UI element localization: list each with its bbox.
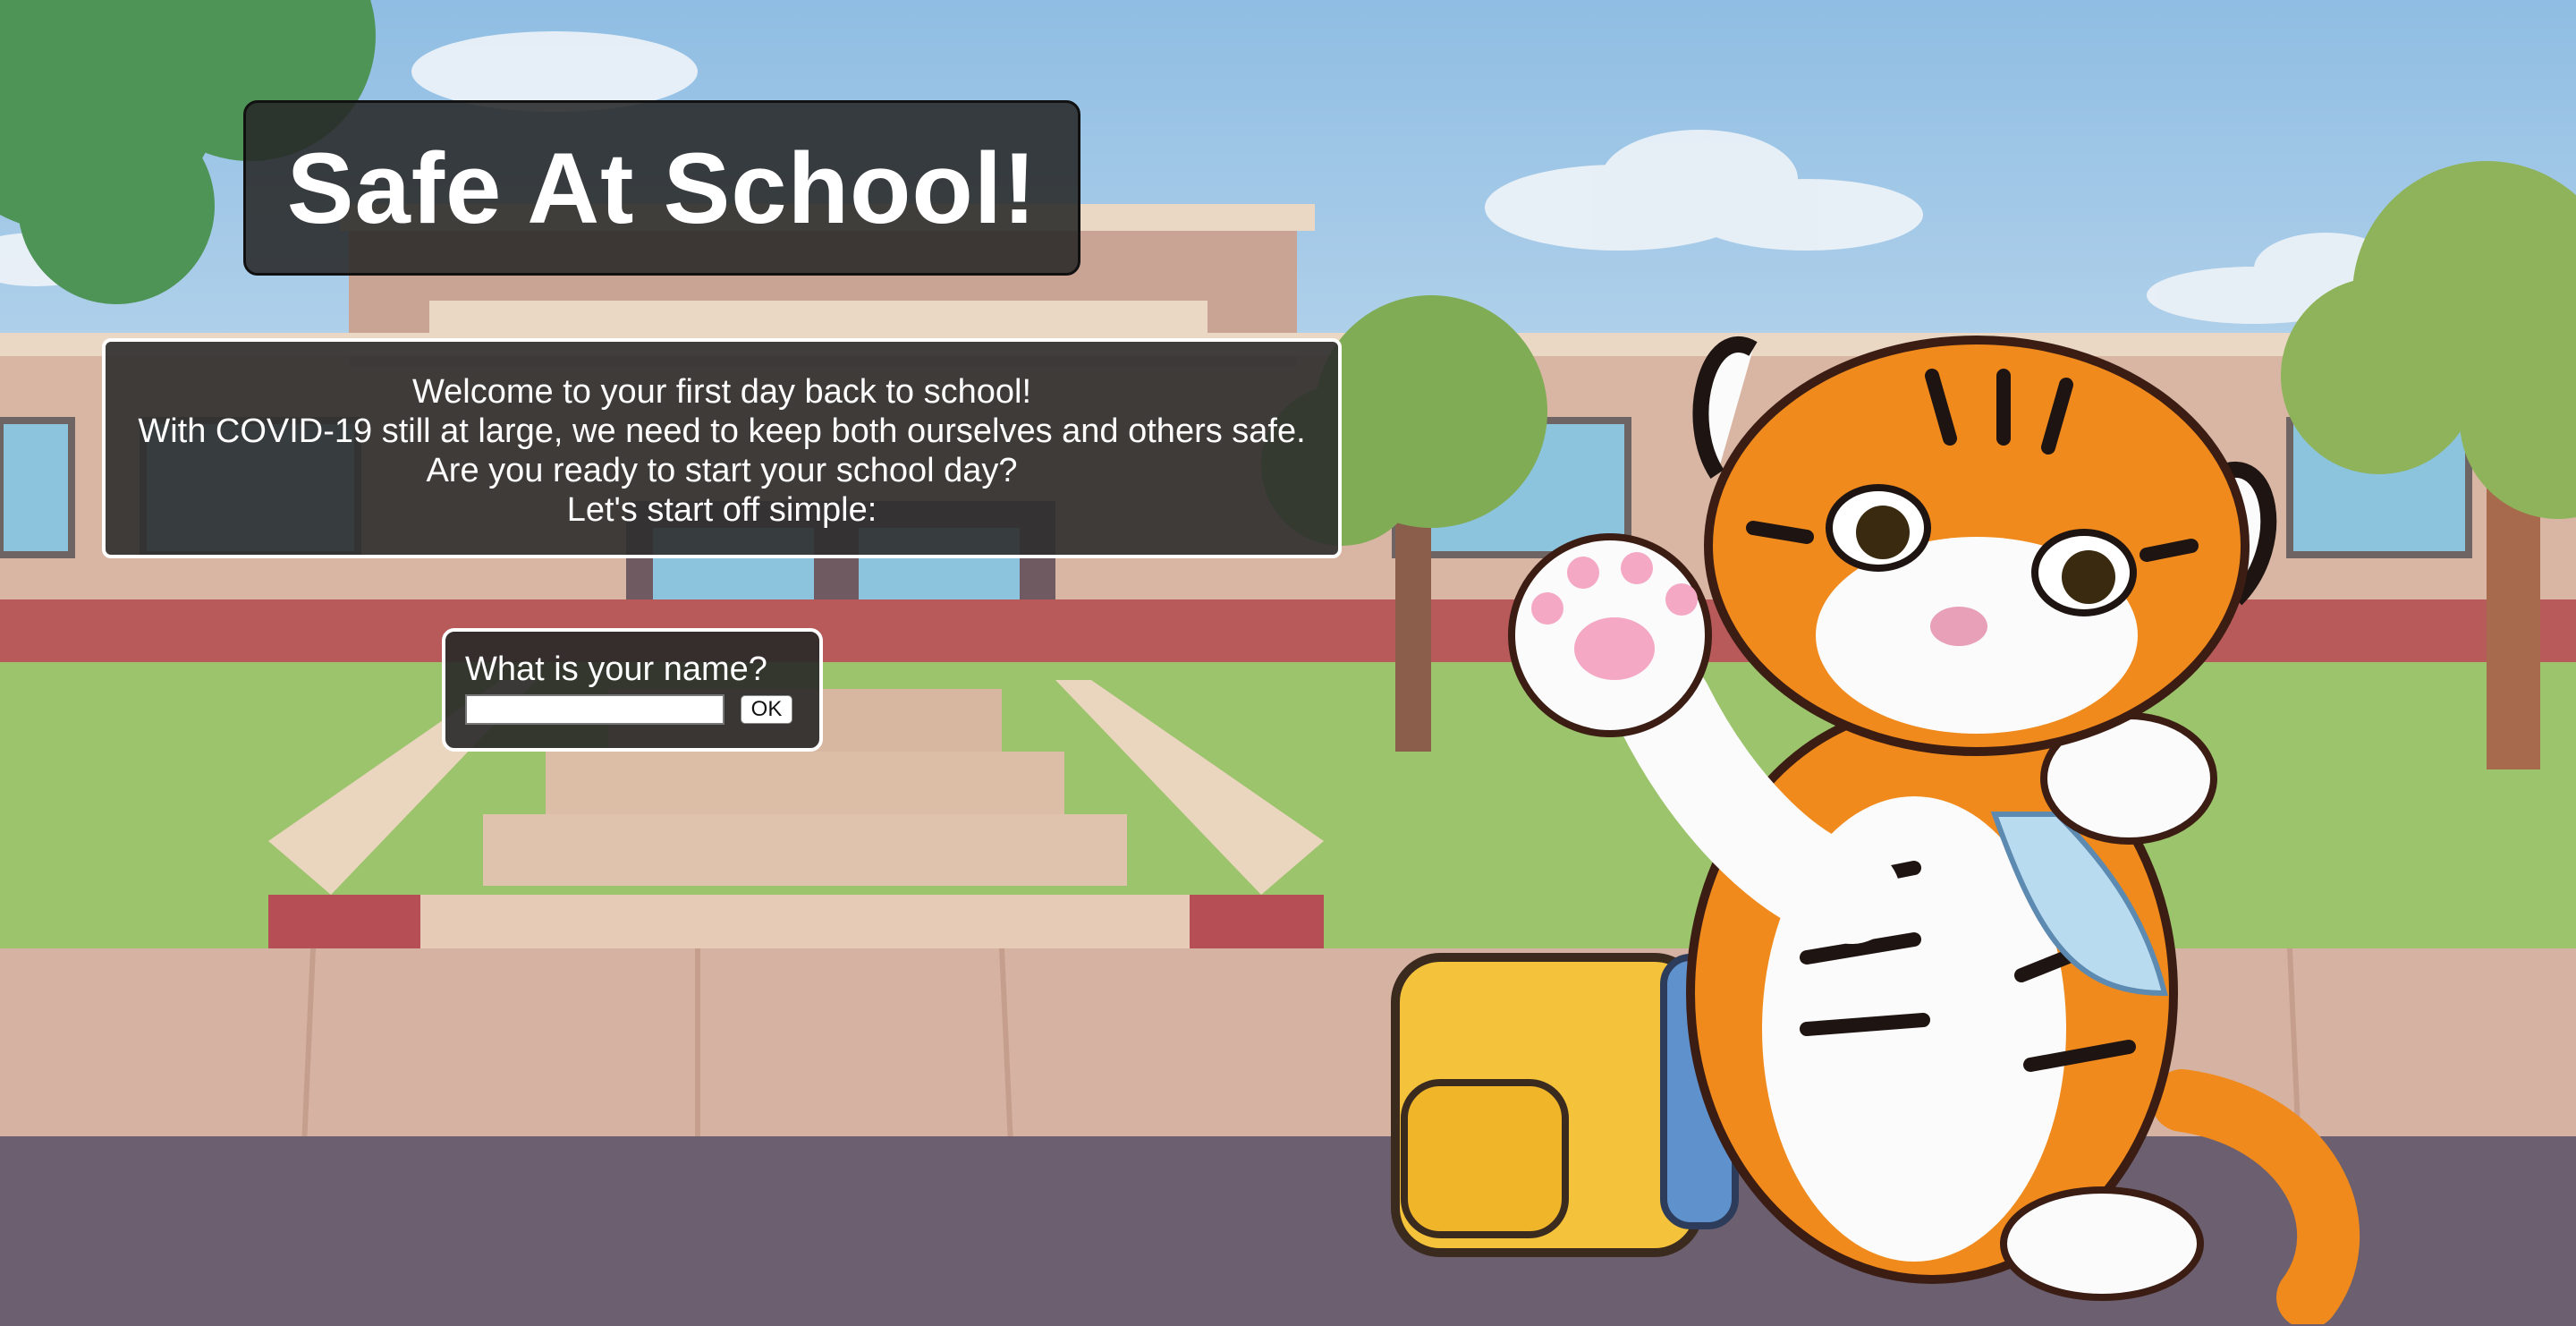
tiger-cub-mascot-icon — [1391, 336, 2360, 1324]
name-prompt-panel: What is your name? OK — [442, 628, 823, 752]
welcome-message-panel: Welcome to your first day back to school… — [102, 338, 1342, 558]
title-banner: Safe At School! — [243, 100, 1080, 276]
welcome-line-4: Let's start off simple: — [566, 491, 877, 529]
name-input-row: OK — [465, 694, 819, 725]
welcome-line-3: Are you ready to start your school day? — [426, 452, 1018, 489]
name-prompt-label: What is your name? — [465, 650, 767, 688]
welcome-line-1: Welcome to your first day back to school… — [411, 373, 1032, 411]
welcome-line-2: With COVID-19 still at large, we need to… — [138, 412, 1306, 450]
page-title: Safe At School! — [286, 132, 1038, 244]
name-input[interactable] — [465, 694, 724, 725]
ok-button[interactable]: OK — [741, 695, 792, 724]
